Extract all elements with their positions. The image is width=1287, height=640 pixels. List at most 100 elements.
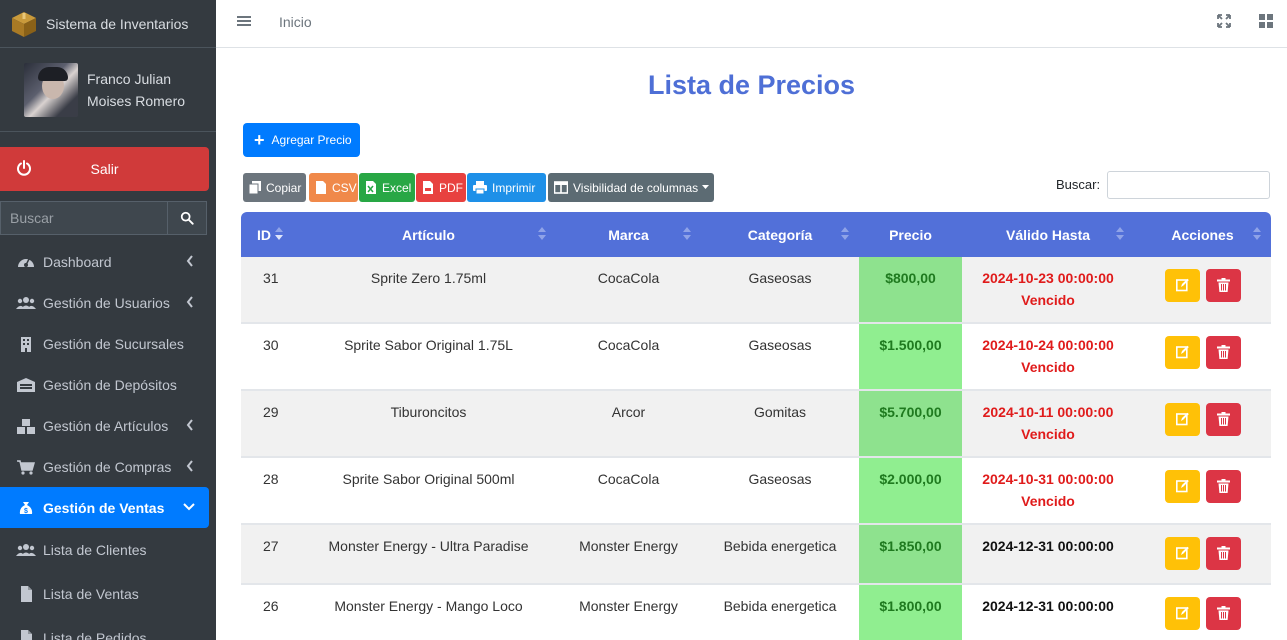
delete-button[interactable]: [1205, 269, 1241, 302]
csv-button[interactable]: CSV: [309, 173, 358, 202]
file-csv-icon: [316, 181, 326, 194]
table-search-input[interactable]: [1107, 171, 1270, 199]
sidebar-search: [0, 201, 207, 235]
copy-label: Copiar: [266, 180, 302, 195]
sidebar-item-sucursales[interactable]: Gestión de Sucursales: [0, 323, 216, 364]
trash-icon: [1216, 412, 1230, 426]
sidebar-item-compras[interactable]: Gestión de Compras: [0, 446, 216, 487]
column-header-id[interactable]: ID: [241, 212, 301, 257]
sidebar-item-label: Gestión de Sucursales: [43, 335, 184, 352]
sort-icon: [1116, 227, 1124, 240]
sidebar-search-input[interactable]: [0, 201, 167, 235]
edit-button[interactable]: [1164, 336, 1200, 369]
cell-marca: Monster Energy: [556, 524, 701, 585]
column-header-label: Marca: [608, 226, 649, 243]
excel-button[interactable]: Excel: [359, 173, 415, 202]
fullscreen-icon[interactable]: [1217, 14, 1231, 28]
building-icon: [16, 336, 36, 352]
edit-button[interactable]: [1164, 403, 1200, 436]
cell-articulo-text: Sprite Sabor Original 500ml: [342, 471, 515, 487]
sidebar-item-label: Gestión de Compras: [43, 458, 172, 475]
add-price-button[interactable]: + Agregar Precio: [243, 123, 360, 157]
sidebar-item-pedidos[interactable]: Lista de Pedidos: [0, 616, 216, 640]
cell-valido-hasta: 2024-12-31 00:00:00: [962, 584, 1134, 640]
pdf-button[interactable]: PDF: [416, 173, 466, 202]
column-header-articulo[interactable]: Artículo: [301, 212, 556, 257]
users-icon: [16, 542, 36, 558]
cell-id-text: 27: [263, 538, 279, 554]
app-title: Sistema de Inventarios: [46, 15, 189, 32]
cell-categoria: Gaseosas: [701, 457, 859, 525]
table-row: 27 Monster Energy - Ultra Paradise Monster…: [241, 524, 1271, 585]
cell-categoria: Gomitas: [701, 390, 859, 458]
tachometer-icon: [16, 254, 36, 270]
sidebar-item-depositos[interactable]: Gestión de Depósitos: [0, 364, 216, 405]
edit-icon: [1175, 412, 1189, 426]
cell-valido-date: 2024-12-31 00:00:00: [982, 598, 1114, 614]
cell-articulo-text: Sprite Sabor Original 1.75L: [344, 337, 513, 353]
cell-precio: $5.700,00: [859, 390, 962, 458]
column-header-acciones[interactable]: Acciones: [1134, 212, 1271, 257]
column-header-valido[interactable]: Válido Hasta: [962, 212, 1134, 257]
cell-articulo: Tiburoncitos: [301, 390, 556, 458]
column-header-categoria[interactable]: Categoría: [701, 212, 859, 257]
user-panel[interactable]: Franco Julian Moises Romero: [0, 48, 216, 132]
cell-marca-text: Monster Energy: [579, 538, 678, 554]
column-header-label: Precio: [889, 226, 932, 243]
trash-icon: [1216, 606, 1230, 620]
delete-button[interactable]: [1205, 470, 1241, 503]
cell-acciones: [1134, 390, 1271, 458]
column-header-marca[interactable]: Marca: [556, 212, 701, 257]
sidebar-item-lista-ventas[interactable]: Lista de Ventas: [0, 572, 216, 616]
sidebar-item-ventas[interactable]: $ Gestión de Ventas: [0, 487, 209, 528]
edit-button[interactable]: [1164, 597, 1200, 630]
column-header-precio[interactable]: Precio: [859, 212, 962, 257]
brand-link[interactable]: Sistema de Inventarios: [0, 0, 216, 48]
edit-button[interactable]: [1164, 470, 1200, 503]
page-title: Lista de Precios: [647, 70, 856, 100]
sidebar-item-articulos[interactable]: Gestión de Artículos: [0, 405, 216, 446]
delete-button[interactable]: [1205, 403, 1241, 436]
cell-categoria: Bebida energetica: [701, 584, 859, 640]
trash-icon: [1216, 546, 1230, 560]
columns-icon: [554, 181, 568, 194]
sidebar-item-usuarios[interactable]: Gestión de Usuarios: [0, 282, 216, 323]
user-name-line2: Moises Romero: [87, 92, 186, 109]
sidebar-item-clientes[interactable]: Lista de Clientes: [0, 528, 216, 572]
hamburger-menu-icon[interactable]: [237, 14, 251, 28]
breadcrumb-home-link[interactable]: Inicio: [279, 14, 312, 30]
cell-acciones: [1134, 524, 1271, 585]
grid-icon[interactable]: [1259, 14, 1273, 28]
users-icon: [16, 295, 36, 311]
cell-id: 29: [241, 390, 301, 458]
top-navbar: Inicio: [216, 0, 1287, 48]
edit-button[interactable]: [1164, 537, 1200, 570]
status-expired: Vencido: [1021, 426, 1075, 442]
sidebar-item-dashboard[interactable]: Dashboard: [0, 241, 216, 282]
logout-button[interactable]: Salir: [0, 147, 209, 191]
sidebar-search-button[interactable]: [167, 201, 207, 235]
delete-button[interactable]: [1205, 597, 1241, 630]
plus-icon: +: [254, 130, 265, 150]
chevron-left-icon: [186, 460, 193, 472]
edit-button[interactable]: [1164, 269, 1200, 302]
cell-marca: Arcor: [556, 390, 701, 458]
chevron-down-icon: [183, 503, 195, 511]
edit-icon: [1175, 606, 1189, 620]
column-header-label: Artículo: [402, 226, 455, 243]
chevron-left-icon: [186, 255, 193, 267]
file-icon: [16, 630, 36, 640]
column-visibility-button[interactable]: Visibilidad de columnas: [548, 173, 714, 202]
sort-icon: [683, 227, 691, 240]
copy-button[interactable]: Copiar: [243, 173, 306, 202]
cell-id: 30: [241, 323, 301, 391]
cell-valido-hasta: 2024-12-31 00:00:00: [962, 524, 1134, 585]
cell-valido-hasta: 2024-10-11 00:00:00 Vencido: [962, 390, 1134, 458]
delete-button[interactable]: [1205, 336, 1241, 369]
cell-articulo: Monster Energy - Ultra Paradise: [301, 524, 556, 585]
cell-precio: $1.850,00: [859, 524, 962, 585]
user-name: Franco Julian Moises Romero: [87, 68, 185, 112]
delete-button[interactable]: [1205, 537, 1241, 570]
trash-icon: [1216, 345, 1230, 359]
print-button[interactable]: Imprimir: [467, 173, 546, 202]
